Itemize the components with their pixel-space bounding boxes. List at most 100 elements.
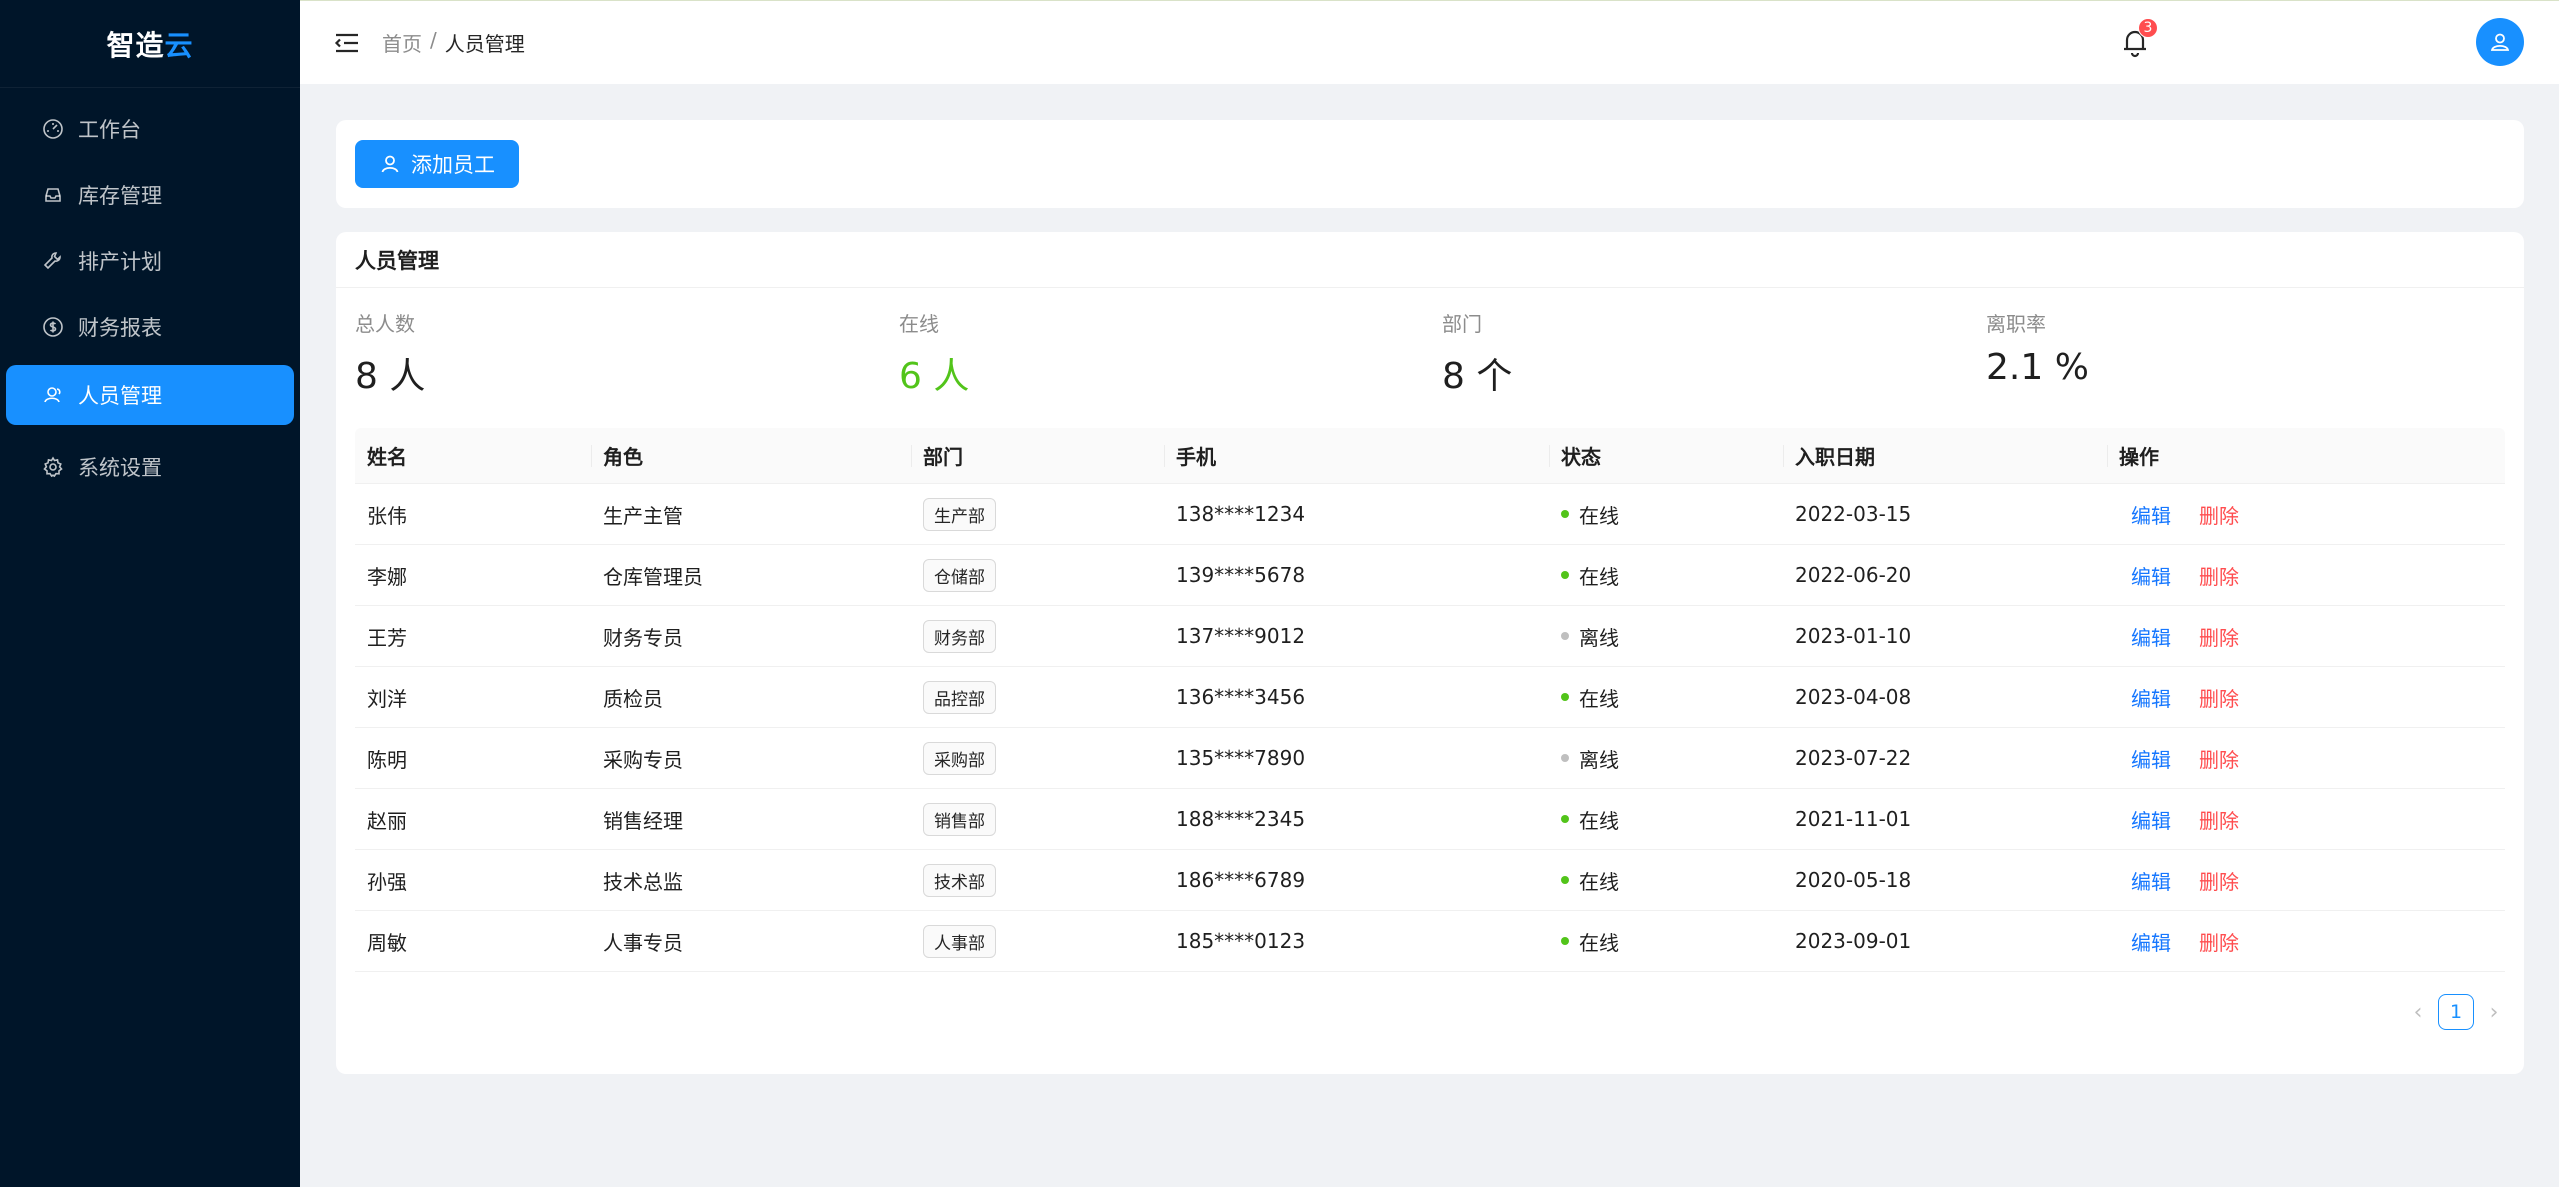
cell-name: 李娜: [367, 564, 407, 589]
sidebar-item-production-plan[interactable]: 排产计划: [6, 231, 294, 291]
status-text: 在线: [1579, 808, 1619, 833]
cell-role: 质检员: [603, 686, 663, 711]
sidebar-item-finance[interactable]: 财务报表: [6, 297, 294, 357]
pagination-page-1[interactable]: 1: [2438, 994, 2474, 1030]
department-tag: 生产部: [923, 497, 996, 531]
delete-link[interactable]: 删除: [2199, 748, 2239, 772]
stat-label: 部门: [1442, 312, 1482, 336]
sidebar-item-personnel[interactable]: 人员管理: [6, 365, 294, 425]
cell-department: 仓储部: [911, 558, 1164, 592]
table-row: 赵丽 销售经理 销售部 188****2345 在线 2021-11-01 编辑…: [355, 789, 2505, 850]
stat-online: 在线 6 人: [899, 308, 969, 399]
table-row: 孙强 技术总监 技术部 186****6789 在线 2020-05-18 编辑…: [355, 850, 2505, 911]
stat-departments: 部门 8 个: [1442, 308, 1512, 399]
gear-icon: [42, 456, 64, 478]
menu-fold-icon[interactable]: [334, 29, 362, 57]
brand-logo[interactable]: 智造云: [0, 0, 300, 88]
cell-department: 技术部: [911, 863, 1164, 897]
cell-role: 人事专员: [603, 930, 683, 955]
column-header-role[interactable]: 角色: [591, 441, 911, 470]
cell-actions: 编辑 删除: [2107, 561, 2505, 590]
breadcrumb-current: 人员管理: [444, 32, 525, 56]
delete-link[interactable]: 删除: [2199, 565, 2239, 589]
delete-link[interactable]: 删除: [2199, 870, 2239, 894]
department-tag: 财务部: [923, 619, 996, 653]
cell-phone: 137****9012: [1176, 624, 1306, 648]
add-employee-label: 添加员工: [411, 153, 495, 177]
cell-actions: 编辑 删除: [2107, 622, 2505, 651]
breadcrumb-home[interactable]: 首页: [382, 28, 422, 57]
dashboard-icon: [42, 118, 64, 140]
edit-link[interactable]: 编辑: [2131, 870, 2171, 894]
cell-status: 在线: [1549, 805, 1783, 834]
edit-link[interactable]: 编辑: [2131, 626, 2171, 650]
edit-link[interactable]: 编辑: [2131, 687, 2171, 711]
pagination-next-icon[interactable]: ›: [2482, 1000, 2506, 1025]
delete-link[interactable]: 删除: [2199, 626, 2239, 650]
add-employee-button[interactable]: 添加员工: [355, 140, 519, 188]
personnel-table: 姓名 角色 部门 手机 状态 入职日期 操作 张伟 生产主管 生产部 138**…: [355, 428, 2505, 972]
cell-role: 生产主管: [603, 503, 683, 528]
edit-link[interactable]: 编辑: [2131, 748, 2171, 772]
cell-role: 销售经理: [603, 808, 683, 833]
delete-link[interactable]: 删除: [2199, 809, 2239, 833]
breadcrumb-separator: /: [430, 28, 437, 52]
pagination-prev-icon[interactable]: ‹: [2406, 1000, 2430, 1025]
sidebar-item-inventory[interactable]: 库存管理: [6, 165, 294, 225]
status-text: 在线: [1579, 930, 1619, 955]
cell-phone: 138****1234: [1176, 502, 1306, 526]
brand-name-accent: 云: [164, 28, 194, 62]
cell-status: 在线: [1549, 866, 1783, 895]
delete-link[interactable]: 删除: [2199, 931, 2239, 955]
cell-hire-date: 2020-05-18: [1795, 868, 1912, 892]
column-header-name[interactable]: 姓名: [355, 441, 591, 470]
sidebar-item-dashboard[interactable]: 工作台: [6, 99, 294, 159]
cell-name: 孙强: [367, 869, 407, 894]
delete-link[interactable]: 删除: [2199, 504, 2239, 528]
cell-actions: 编辑 删除: [2107, 866, 2505, 895]
cell-phone: 135****7890: [1176, 746, 1306, 770]
status-text: 离线: [1579, 747, 1619, 772]
dollar-icon: [42, 316, 64, 338]
column-header-department[interactable]: 部门: [911, 441, 1164, 470]
cell-hire-date: 2021-11-01: [1795, 807, 1912, 831]
sidebar-item-label: 财务报表: [78, 316, 162, 340]
delete-link[interactable]: 删除: [2199, 687, 2239, 711]
department-tag: 品控部: [923, 680, 996, 714]
cell-phone: 188****2345: [1176, 807, 1306, 831]
cell-department: 人事部: [911, 924, 1164, 958]
cell-status: 在线: [1549, 683, 1783, 712]
cell-phone: 185****0123: [1176, 929, 1306, 953]
stat-value: 2.1 %: [1986, 347, 2089, 388]
status-text: 在线: [1579, 503, 1619, 528]
department-tag: 技术部: [923, 863, 996, 897]
edit-link[interactable]: 编辑: [2131, 504, 2171, 528]
column-header-phone[interactable]: 手机: [1164, 441, 1549, 470]
edit-link[interactable]: 编辑: [2131, 809, 2171, 833]
edit-link[interactable]: 编辑: [2131, 565, 2171, 589]
column-header-actions: 操作: [2107, 441, 2505, 470]
cell-role: 仓库管理员: [603, 564, 703, 589]
cell-status: 在线: [1549, 561, 1783, 590]
cell-department: 生产部: [911, 497, 1164, 531]
cell-phone: 186****6789: [1176, 868, 1306, 892]
stat-label: 离职率: [1986, 312, 2046, 336]
cell-name: 赵丽: [367, 808, 407, 833]
stat-turnover: 离职率 2.1 %: [1986, 308, 2089, 388]
stat-total: 总人数 8 人: [355, 308, 425, 399]
cell-hire-date: 2022-03-15: [1795, 502, 1912, 526]
department-tag: 采购部: [923, 741, 996, 775]
top-header: 首页 / 人员管理: [300, 0, 2559, 84]
cell-status: 离线: [1549, 744, 1783, 773]
edit-link[interactable]: 编辑: [2131, 931, 2171, 955]
status-dot: [1561, 937, 1569, 945]
avatar[interactable]: [2476, 18, 2524, 66]
column-header-hire-date[interactable]: 入职日期: [1783, 441, 2107, 470]
sidebar-item-settings[interactable]: 系统设置: [6, 437, 294, 497]
notification-badge: 3: [2138, 18, 2158, 38]
sidebar-item-label: 工作台: [78, 118, 141, 142]
cell-actions: 编辑 删除: [2107, 500, 2505, 529]
status-dot: [1561, 693, 1569, 701]
cell-department: 采购部: [911, 741, 1164, 775]
column-header-status[interactable]: 状态: [1549, 441, 1783, 470]
